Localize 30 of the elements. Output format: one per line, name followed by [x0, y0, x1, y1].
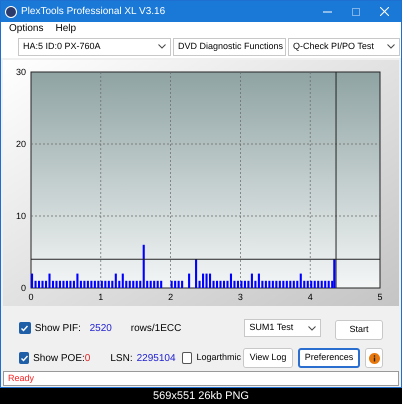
unit-label: rows/1ECC: [130, 322, 182, 336]
button[interactable]: Preferences: [298, 348, 360, 368]
menu-item[interactable]: Options: [9, 21, 44, 36]
lsn-value: 2295104: [136, 352, 177, 366]
axis-label: 0: [20, 283, 26, 293]
test-dropdown[interactable]: SUM1 Test: [244, 319, 321, 337]
checkbox-label: Show PIF:: [34, 322, 82, 336]
axis-label: 1: [98, 292, 104, 302]
poe-value: 0: [84, 352, 92, 366]
axis-label: 4: [308, 292, 313, 302]
lsn-label: LSN:: [110, 352, 133, 366]
menu-item[interactable]: Help: [55, 21, 76, 36]
axis-label: 10: [16, 211, 26, 221]
dropdown[interactable]: HA:5 ID:0 PX-760A: [18, 38, 171, 56]
checkbox-label: Logarthmic: [196, 351, 241, 364]
image-caption: 569x551 26kb PNG: [152, 388, 249, 404]
axis-label: 20: [16, 139, 26, 149]
axis-label: 0: [28, 292, 34, 302]
axis-label: 2: [168, 292, 174, 302]
axis-label: 30: [16, 67, 26, 77]
dropdown[interactable]: Q-Check PI/PO Test: [288, 38, 400, 56]
button[interactable]: View Log: [243, 348, 293, 368]
axis-label: 5: [378, 292, 382, 302]
axis-label: 3: [238, 292, 243, 302]
pif-value: 2520: [90, 322, 113, 336]
status-text: Ready: [8, 372, 34, 385]
window-title: PlexTools Professional XL V3.16: [21, 5, 166, 19]
button[interactable]: Start: [334, 320, 383, 340]
dropdown[interactable]: DVD Diagnostic Functions: [173, 38, 286, 56]
checkbox-label: Show POE:: [33, 352, 85, 366]
